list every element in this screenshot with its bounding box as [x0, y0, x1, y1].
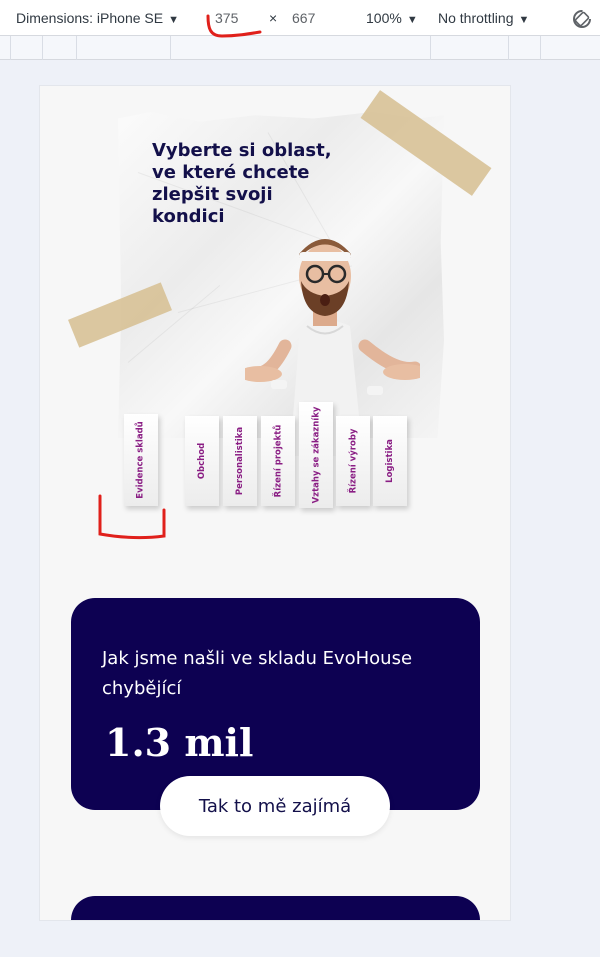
caret-down-icon: ▼ — [518, 14, 530, 26]
stat-card-text: Jak jsme našli ve skladu EvoHouse chyběj… — [102, 648, 413, 699]
tab-label: Řízení projektů — [273, 424, 284, 498]
tab-logistika[interactable]: Logistika — [373, 416, 407, 506]
interested-button[interactable]: Tak to mě zajímá — [160, 776, 390, 836]
device-label: Dimensions: iPhone SE — [16, 10, 164, 26]
tab-personalistika[interactable]: Personalistika — [223, 416, 257, 506]
tab-label: Personalistika — [235, 426, 245, 496]
media-query-bar[interactable] — [0, 36, 600, 60]
tab-label: Řízení výroby — [348, 428, 358, 494]
tab-evidence-skladu[interactable]: Evidence skladů — [124, 414, 158, 506]
zoom-dropdown[interactable]: 100% ▼ — [366, 10, 418, 26]
tab-label: Logistika — [385, 439, 395, 483]
tab-label: Obchod — [197, 442, 208, 480]
device-dropdown[interactable]: Dimensions: iPhone SE ▼ — [16, 10, 179, 26]
tab-rizeni-vyroby[interactable]: Řízení výroby — [336, 416, 370, 506]
throttling-dropdown[interactable]: No throttling ▼ — [438, 10, 529, 26]
stat-card-value: 1.3 mil — [105, 720, 254, 765]
dimension-separator: × — [269, 10, 278, 26]
next-card — [71, 896, 480, 920]
tab-rizeni-projektu[interactable]: Řízení projektů — [261, 416, 295, 506]
rotate-icon[interactable] — [570, 7, 594, 31]
zoom-label: 100% — [366, 10, 402, 26]
caret-down-icon: ▼ — [406, 14, 418, 26]
devtools-toolbar: Dimensions: iPhone SE ▼ 375 × 667 100% ▼ N… — [0, 0, 600, 36]
tab-label: Evidence skladů — [136, 421, 147, 499]
width-input[interactable]: 375 — [215, 10, 238, 26]
tab-vztahy-se-zakazniky[interactable]: Vztahy se zákazníky — [299, 402, 333, 508]
throttling-label: No throttling — [438, 10, 514, 26]
tab-obchod[interactable]: Obchod — [185, 416, 219, 506]
height-input[interactable]: 667 — [292, 10, 315, 26]
tab-label: Vztahy se zákazníky — [311, 406, 321, 504]
device-viewport: Vyberte si oblast, ve které chcete zlepš… — [40, 86, 510, 920]
caret-down-icon: ▼ — [168, 14, 179, 26]
